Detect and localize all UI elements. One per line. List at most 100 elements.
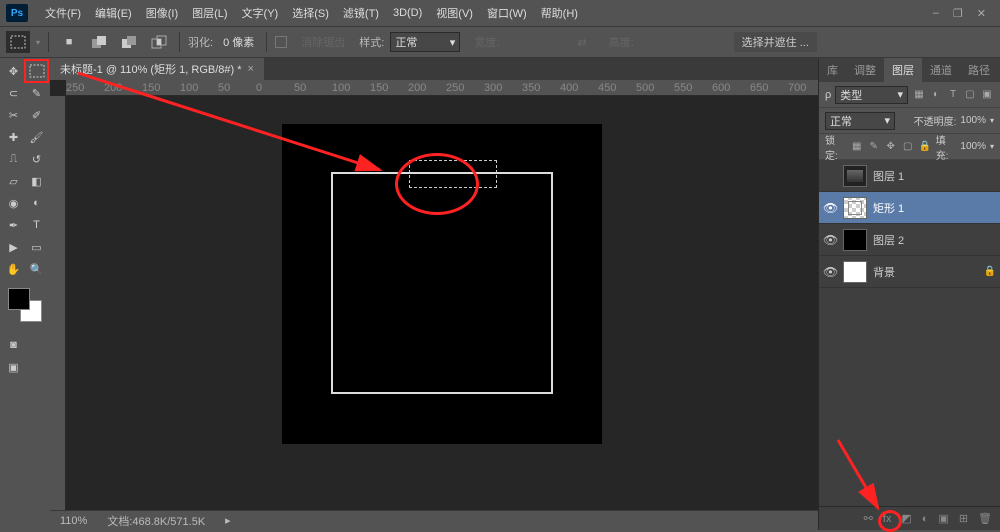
rectangle-shape-tool[interactable]: ▭ <box>25 236 48 258</box>
gradient-tool[interactable]: ◧ <box>25 170 48 192</box>
quick-selection-tool[interactable]: ✎ <box>25 82 48 104</box>
filter-smart-icon[interactable]: ▣ <box>980 88 994 102</box>
layer-name[interactable]: 图层 1 <box>873 168 904 184</box>
panel-tab-channels[interactable]: 通道 <box>922 58 960 82</box>
lock-all-icon[interactable]: 🔒 <box>918 140 932 154</box>
new-layer-icon[interactable]: ⊞ <box>959 512 968 525</box>
crop-tool[interactable]: ✂ <box>2 104 25 126</box>
marquee-selection <box>409 160 497 188</box>
window-controls: – ❐ ✕ <box>933 7 994 20</box>
layer-list: 图层 1👁矩形 1👁图层 2👁背景🔒 <box>819 160 1000 506</box>
lasso-tool[interactable]: ⊂ <box>2 82 25 104</box>
menu-3d[interactable]: 3D(D) <box>386 7 429 19</box>
current-tool-icon[interactable] <box>6 31 30 53</box>
filter-type-icon[interactable]: T <box>946 88 960 102</box>
layer-thumbnail[interactable] <box>843 229 867 251</box>
style-select[interactable]: 正常▾ <box>390 32 460 52</box>
menu-type[interactable]: 文字(Y) <box>235 5 286 21</box>
blur-tool[interactable]: ◉ <box>2 192 25 214</box>
eraser-tool[interactable]: ▱ <box>2 170 25 192</box>
fill-value[interactable]: 100% <box>960 141 986 152</box>
filter-pixel-icon[interactable]: ▦ <box>912 88 926 102</box>
canvas-viewport[interactable] <box>66 96 818 510</box>
zoom-level[interactable]: 110% <box>60 515 87 527</box>
group-icon[interactable]: ▣ <box>938 512 948 525</box>
move-tool[interactable]: ✥ <box>2 60 25 82</box>
panel-tab-paths[interactable]: 路径 <box>960 58 998 82</box>
feather-value[interactable]: 0 像素 <box>219 34 258 50</box>
shape-rectangle <box>331 172 553 394</box>
layer-mask-icon[interactable]: ◩ <box>901 512 911 525</box>
panel-tab-adjustments[interactable]: 调整 <box>846 58 884 82</box>
layer-style-icon[interactable]: fx <box>883 513 892 525</box>
filter-adjust-icon[interactable]: ◐ <box>929 88 943 102</box>
selection-intersect-icon[interactable] <box>147 31 171 53</box>
color-swatches[interactable] <box>8 288 42 322</box>
layer-thumbnail[interactable] <box>843 197 867 219</box>
layer-row[interactable]: 👁 矩形 1 <box>819 192 1000 224</box>
menu-select[interactable]: 选择(S) <box>285 5 336 21</box>
selection-new-icon[interactable]: ■ <box>57 31 81 53</box>
eyedropper-tool[interactable]: ✐ <box>25 104 48 126</box>
menu-filter[interactable]: 滤镜(T) <box>336 5 386 21</box>
brush-tool[interactable]: 🖌 <box>25 126 48 148</box>
lock-transparency-icon[interactable]: ▦ <box>850 140 864 154</box>
lock-position-icon[interactable]: ✥ <box>884 140 898 154</box>
lock-pixels-icon[interactable]: ✎ <box>867 140 881 154</box>
document-tab[interactable]: 未标题-1 @ 110% (矩形 1, RGB/8#) * × <box>50 58 264 80</box>
layer-row[interactable]: 图层 1 <box>819 160 1000 192</box>
layer-filter-kind[interactable]: 类型▾ <box>835 86 908 104</box>
menu-file[interactable]: 文件(F) <box>38 5 88 21</box>
quick-mask-mode[interactable]: ◙ <box>2 334 25 356</box>
panel-tab-library[interactable]: 库 <box>819 58 846 82</box>
opacity-value[interactable]: 100% <box>960 115 986 126</box>
tab-close-icon[interactable]: × <box>248 63 254 75</box>
layer-visibility-icon[interactable]: 👁 <box>823 265 837 279</box>
selection-subtract-icon[interactable] <box>117 31 141 53</box>
delete-layer-icon[interactable]: 🗑 <box>978 512 992 525</box>
layer-visibility-icon[interactable]: 👁 <box>823 233 837 247</box>
document-area: 未标题-1 @ 110% (矩形 1, RGB/8#) * × 25020015… <box>50 58 818 530</box>
menu-edit[interactable]: 编辑(E) <box>88 5 139 21</box>
adjustment-layer-icon[interactable]: ◐ <box>922 513 929 525</box>
panel-tab-layers[interactable]: 图层 <box>884 58 922 82</box>
blend-mode-select[interactable]: 正常▾ <box>825 112 895 130</box>
canvas[interactable] <box>282 124 602 444</box>
layer-thumbnail[interactable] <box>843 165 867 187</box>
layer-thumbnail[interactable] <box>843 261 867 283</box>
healing-brush-tool[interactable]: ✚ <box>2 126 25 148</box>
minimize-button[interactable]: – <box>933 7 939 20</box>
layer-name[interactable]: 矩形 1 <box>873 200 904 216</box>
maximize-button[interactable]: ❐ <box>953 7 963 20</box>
menu-image[interactable]: 图像(I) <box>139 5 185 21</box>
layer-visibility-icon[interactable]: 👁 <box>823 201 837 215</box>
filter-shape-icon[interactable]: ▢ <box>963 88 977 102</box>
link-layers-icon[interactable]: ⚯ <box>864 512 873 525</box>
screen-mode[interactable]: ▣ <box>2 356 25 378</box>
type-tool[interactable]: T <box>25 214 48 236</box>
tools-panel: ✥ ⊂ ✎ ✂ ✐ ✚ 🖌 ⎍ ↺ ▱ ◧ ◉ ◐ ✒ <box>0 58 50 530</box>
history-brush-tool[interactable]: ↺ <box>25 148 48 170</box>
lock-artboard-icon[interactable]: ▢ <box>901 140 915 154</box>
layer-name[interactable]: 图层 2 <box>873 232 904 248</box>
menu-view[interactable]: 视图(V) <box>429 5 480 21</box>
pen-tool[interactable]: ✒ <box>2 214 25 236</box>
path-selection-tool[interactable]: ▶ <box>2 236 25 258</box>
selection-add-icon[interactable] <box>87 31 111 53</box>
close-button[interactable]: ✕ <box>977 7 986 20</box>
menu-layer[interactable]: 图层(L) <box>185 5 234 21</box>
dodge-tool[interactable]: ◐ <box>25 192 48 214</box>
menu-window[interactable]: 窗口(W) <box>480 5 534 21</box>
document-tab-strip: 未标题-1 @ 110% (矩形 1, RGB/8#) * × <box>50 58 818 80</box>
menu-help[interactable]: 帮助(H) <box>534 5 585 21</box>
zoom-tool[interactable]: 🔍 <box>25 258 48 280</box>
clone-stamp-tool[interactable]: ⎍ <box>2 148 25 170</box>
layer-row[interactable]: 👁背景🔒 <box>819 256 1000 288</box>
menu-bar: Ps 文件(F) 编辑(E) 图像(I) 图层(L) 文字(Y) 选择(S) 滤… <box>0 0 1000 26</box>
select-and-mask-button[interactable]: 选择并遮住 ... <box>734 32 817 52</box>
layer-name[interactable]: 背景 <box>873 264 895 280</box>
foreground-color-swatch[interactable] <box>8 288 30 310</box>
layer-row[interactable]: 👁 图层 2 <box>819 224 1000 256</box>
hand-tool[interactable]: ✋ <box>2 258 25 280</box>
rectangular-marquee-tool[interactable] <box>25 60 48 82</box>
